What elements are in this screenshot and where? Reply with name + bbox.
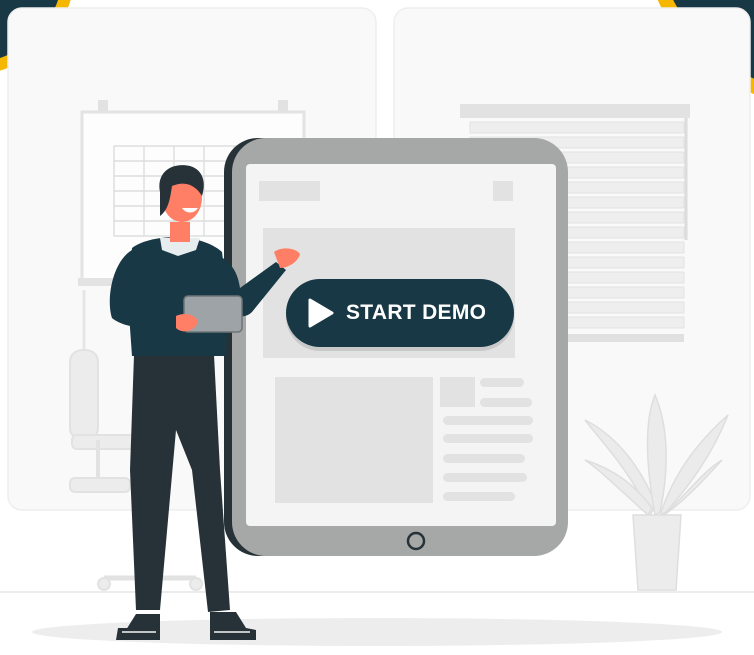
- start-demo-label: START DEMO: [346, 301, 487, 324]
- start-demo-button[interactable]: START DEMO: [286, 279, 514, 347]
- play-icon: [306, 298, 334, 328]
- tablet-device: [224, 138, 568, 556]
